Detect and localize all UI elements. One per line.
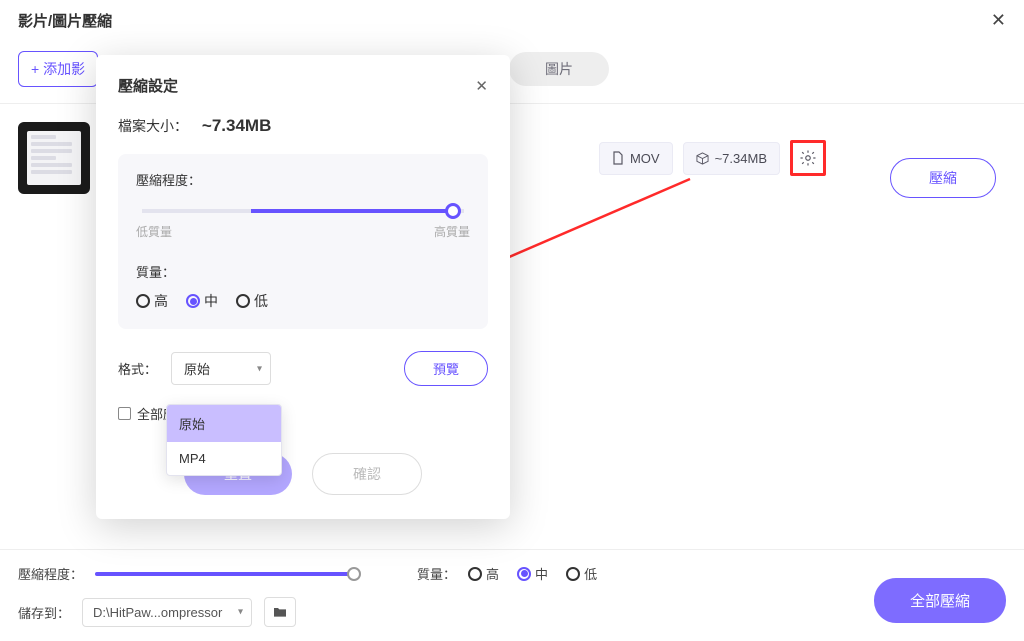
chevron-down-icon: ▾ <box>257 363 262 374</box>
compression-settings-dialog: 壓縮設定 ✕ 檔案大小： ~7.34MB 壓縮程度： 低質量 高質量 質量： 高… <box>96 55 510 519</box>
high-quality-label: 高質量 <box>434 223 470 240</box>
settings-highlight <box>790 140 826 176</box>
quality-radio-low[interactable]: 低 <box>236 291 268 311</box>
dialog-close-icon[interactable]: ✕ <box>475 77 488 95</box>
tab-image[interactable]: 圖片 <box>509 52 609 86</box>
dialog-title: 壓縮設定 <box>118 75 178 96</box>
close-icon[interactable]: ✕ <box>991 10 1006 31</box>
save-to-label: 儲存到： <box>18 603 70 622</box>
bottom-quality-radio-low[interactable]: 低 <box>566 564 597 583</box>
format-option-original[interactable]: 原始 <box>167 405 281 442</box>
filesize-label: 檔案大小： <box>118 118 188 134</box>
open-folder-button[interactable] <box>264 597 296 627</box>
folder-icon <box>272 604 288 620</box>
low-quality-label: 低質量 <box>136 223 172 240</box>
quality-radio-mid[interactable]: 中 <box>186 291 218 311</box>
file-format-chip: MOV <box>599 142 673 175</box>
slider-thumb[interactable] <box>347 567 361 581</box>
quality-radio-high[interactable]: 高 <box>136 291 168 311</box>
bottom-compression-slider[interactable] <box>95 572 355 576</box>
add-media-button[interactable]: + 添加影 <box>18 51 98 87</box>
gear-icon[interactable] <box>796 146 820 170</box>
bottom-quality-label: 質量： <box>417 564 456 583</box>
file-size-chip: ~7.34MB <box>683 142 780 175</box>
slider-thumb[interactable] <box>445 203 461 219</box>
quality-label: 質量： <box>136 262 470 281</box>
bottom-quality-radio-high[interactable]: 高 <box>468 564 499 583</box>
page-title: 影片/圖片壓縮 <box>18 10 112 31</box>
document-icon <box>612 151 624 165</box>
format-select[interactable]: 原始 ▾ <box>171 352 271 385</box>
format-option-mp4[interactable]: MP4 <box>167 442 281 475</box>
filesize-value: ~7.34MB <box>202 116 271 135</box>
compress-all-button[interactable]: 全部壓縮 <box>874 578 1006 623</box>
save-path-select[interactable]: D:\HitPaw...ompressor ▾ <box>82 598 252 627</box>
compression-degree-label: 壓縮程度： <box>136 170 470 189</box>
format-dropdown: 原始 MP4 <box>166 404 282 476</box>
media-type-tabs: 圖片 <box>509 52 609 86</box>
format-label: 格式： <box>118 359 157 378</box>
compression-slider[interactable] <box>142 209 464 213</box>
bottom-quality-radio-mid[interactable]: 中 <box>517 564 548 583</box>
file-thumbnail[interactable] <box>18 122 90 194</box>
apply-all-checkbox[interactable] <box>118 407 131 420</box>
cube-icon <box>696 152 709 165</box>
confirm-button[interactable]: 確認 <box>312 453 422 495</box>
bottom-degree-label: 壓縮程度： <box>18 564 83 583</box>
compress-button[interactable]: 壓縮 <box>890 158 996 198</box>
preview-button[interactable]: 預覽 <box>404 351 488 386</box>
chevron-down-icon: ▾ <box>238 607 243 618</box>
